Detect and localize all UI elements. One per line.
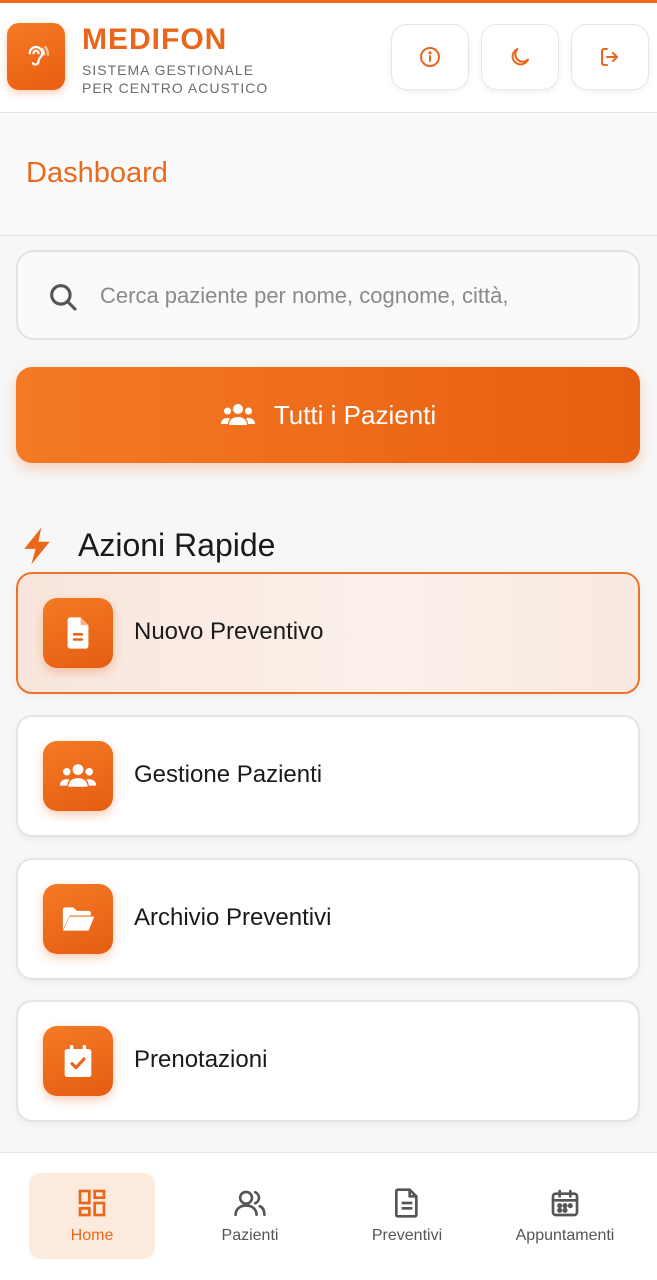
action-new-quote[interactable]: Nuovo Preventivo: [16, 572, 640, 694]
action-patient-management-label: Gestione Pazienti: [134, 761, 323, 788]
nav-appointments[interactable]: Appuntamenti: [502, 1173, 628, 1259]
page-title: Dashboard: [26, 157, 168, 189]
bolt-icon: [24, 527, 50, 565]
info-button[interactable]: [391, 24, 469, 90]
action-new-quote-label: Nuovo Preventivo: [134, 618, 324, 645]
nav-quotes[interactable]: Preventivi: [344, 1173, 470, 1259]
nav-patients[interactable]: Pazienti: [187, 1173, 313, 1259]
brand-title: MEDIFON: [82, 23, 228, 56]
logout-button[interactable]: [571, 24, 649, 90]
nav-appointments-label: Appuntamenti: [515, 1227, 615, 1244]
action-bookings[interactable]: Prenotazioni: [16, 1000, 640, 1122]
nav-home-label: Home: [70, 1227, 114, 1244]
moon-icon: [511, 48, 529, 66]
card-icon-box: [43, 741, 113, 811]
calendar-check-icon: [64, 1045, 92, 1077]
quick-actions-title: Azioni Rapide: [78, 527, 276, 563]
app-logo: [7, 23, 65, 90]
nav-patients-label: Pazienti: [221, 1227, 279, 1244]
bottom-navigation: Home Pazienti Preventivi Appuntamenti: [0, 1152, 657, 1280]
search-icon: [50, 284, 77, 311]
nav-home[interactable]: Home: [29, 1173, 155, 1259]
app-header: MEDIFON SISTEMA GESTIONALE PER CENTRO AC…: [0, 3, 657, 113]
ear-icon: [28, 45, 49, 66]
all-patients-button[interactable]: Tutti i Pazienti: [16, 367, 640, 463]
file-icon: [67, 617, 89, 649]
search-box[interactable]: [16, 250, 640, 340]
users-icon: [59, 764, 97, 787]
card-icon-box: [43, 598, 113, 668]
calendar-icon: [551, 1189, 579, 1217]
logout-icon: [601, 48, 618, 66]
folder-open-icon: [62, 907, 95, 931]
action-bookings-label: Prenotazioni: [134, 1046, 268, 1073]
card-icon-box: [43, 1026, 113, 1096]
card-icon-box: [43, 884, 113, 954]
brand-subtitle-line2: PER CENTRO ACUSTICO: [82, 80, 269, 96]
theme-toggle-button[interactable]: [481, 24, 559, 90]
action-patient-management[interactable]: Gestione Pazienti: [16, 715, 640, 837]
brand-subtitle-line1: SISTEMA GESTIONALE: [82, 62, 255, 78]
action-quote-archive-label: Archivio Preventivi: [134, 904, 332, 931]
search-input[interactable]: [100, 270, 620, 322]
action-quote-archive[interactable]: Archivio Preventivi: [16, 858, 640, 980]
document-icon: [395, 1188, 418, 1218]
info-icon: [420, 47, 440, 67]
brand-subtitle: SISTEMA GESTIONALE PER CENTRO ACUSTICO: [82, 61, 302, 97]
grid-icon: [78, 1189, 106, 1217]
page-title-bar: Dashboard: [0, 113, 657, 236]
all-patients-label: Tutti i Pazienti: [273, 399, 437, 430]
nav-quotes-label: Preventivi: [371, 1227, 443, 1244]
users-icon: [220, 404, 255, 425]
users-outline-icon: [234, 1190, 266, 1217]
